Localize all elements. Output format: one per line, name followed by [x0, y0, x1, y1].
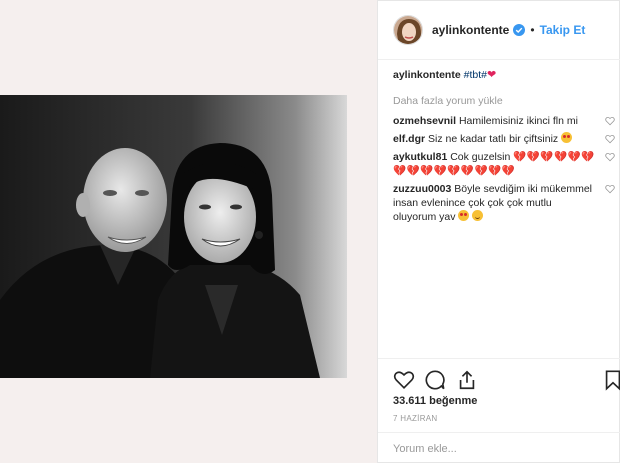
comments-list: aylinkontente #tbt#❤ Daha fazla yorum yü… [393, 68, 615, 228]
comment-row: zuzzuu0003 Böyle sevdiğim iki mükemmel i… [393, 182, 615, 224]
red-heart-icon: ❤ [486, 69, 497, 81]
heart-icon[interactable] [605, 184, 615, 194]
post-date: 7 HAZİRAN [393, 414, 438, 423]
comment-username[interactable]: ozmehsevnil [393, 115, 456, 127]
caption-hashtag[interactable]: #tbt [464, 69, 482, 81]
heart-icon[interactable] [605, 134, 615, 144]
follow-button[interactable]: Takip Et [540, 23, 586, 37]
heart-icon[interactable] [605, 152, 615, 162]
caption: aylinkontente #tbt#❤ [393, 68, 615, 82]
comment-row: aykutkul81 Cok guzelsin 💔💔💔💔💔💔💔💔💔💔💔💔💔💔💔 [393, 150, 615, 178]
comment-row: ozmehsevnil Hamilemisiniz ikinci fln mi [393, 114, 615, 128]
action-bar [378, 358, 620, 398]
post-sidebar: aylinkontente • Takip Et aylinkontente #… [378, 0, 620, 463]
post-media-panel [0, 0, 378, 463]
post-photo[interactable] [0, 95, 347, 378]
comment-username[interactable]: zuzzuu0003 [393, 183, 451, 195]
share-icon[interactable] [456, 369, 478, 391]
load-more-comments[interactable]: Daha fazla yorum yükle [393, 94, 615, 108]
verified-badge-icon [513, 23, 526, 36]
header-username[interactable]: aylinkontente [432, 23, 509, 37]
comment-text: Cok guzelsin [450, 151, 511, 163]
comment-text: Hamilemisiniz ikinci fln mi [458, 115, 578, 127]
heart-icon[interactable] [605, 116, 615, 126]
comment-row: elf.dgr Siz ne kadar tatlı bir çiftsiniz [393, 132, 615, 146]
heart-eyes-emoji-icon [561, 132, 573, 143]
heart-eyes-emoji-icon [458, 210, 470, 221]
separator-dot: • [530, 22, 535, 37]
avatar[interactable] [393, 14, 423, 45]
bookmark-icon[interactable] [602, 369, 620, 391]
likes-count[interactable]: 33.611 beğenme [393, 395, 477, 407]
smile-emoji-icon [472, 210, 484, 221]
post-header: aylinkontente • Takip Et [378, 0, 620, 60]
comment-icon[interactable] [424, 369, 446, 391]
caption-username[interactable]: aylinkontente [393, 69, 461, 81]
comment-text: Siz ne kadar tatlı bir çiftsiniz [428, 133, 559, 145]
heart-icon[interactable] [393, 369, 415, 391]
comment-username[interactable]: aykutkul81 [393, 151, 447, 163]
add-comment-input[interactable]: Yorum ekle... [378, 432, 620, 463]
comment-username[interactable]: elf.dgr [393, 133, 425, 145]
